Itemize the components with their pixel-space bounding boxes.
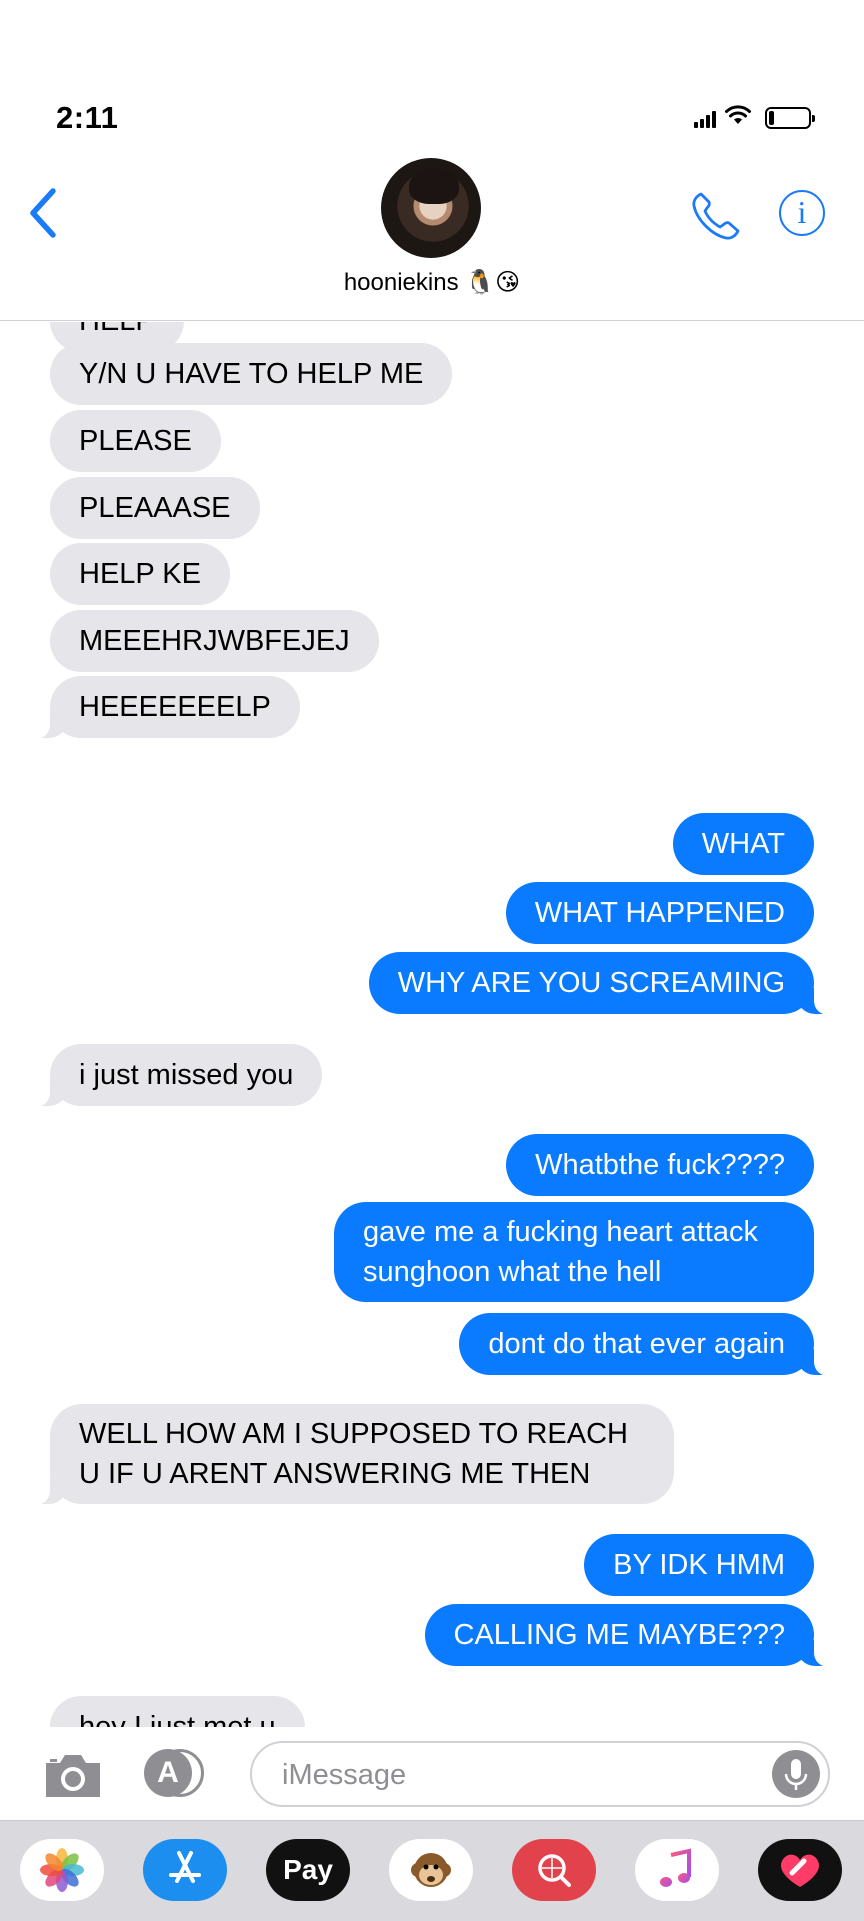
wifi-icon: [725, 105, 751, 124]
info-icon[interactable]: i: [779, 190, 825, 236]
outgoing-message[interactable]: gave me a fucking heart attack sunghoon …: [334, 1202, 814, 1302]
apple-pay-label: Pay: [283, 1854, 333, 1885]
status-bar: 2:11: [0, 0, 864, 150]
incoming-message[interactable]: i just missed you: [31, 1044, 323, 1107]
photos-icon[interactable]: [20, 1839, 104, 1901]
outgoing-message[interactable]: WHY ARE YOU SCREAMING: [368, 952, 833, 1015]
microphone-icon[interactable]: [772, 1750, 820, 1798]
contact-name-emojis: 🐧😘: [465, 268, 521, 296]
incoming-message[interactable]: WELL HOW AM I SUPPOSED TO REACH U IF U A…: [32, 1404, 674, 1505]
outgoing-message[interactable]: dont do that ever again: [459, 1313, 832, 1376]
incoming-message[interactable]: HEEEEEEELP: [32, 676, 300, 739]
outgoing-message[interactable]: Whatbthe fuck????: [506, 1134, 814, 1196]
outgoing-message[interactable]: WHAT HAPPENED: [505, 882, 814, 944]
camera-icon[interactable]: [42, 1751, 104, 1801]
outgoing-message[interactable]: WHAT: [672, 813, 814, 875]
incoming-message[interactable]: Y/N U HAVE TO HELP ME: [50, 343, 453, 405]
cellular-signal-icon: [694, 110, 716, 128]
message-input[interactable]: [280, 1753, 734, 1797]
contact-avatar[interactable]: [381, 158, 481, 258]
outgoing-message[interactable]: CALLING ME MAYBE???: [424, 1604, 833, 1667]
animoji-icon[interactable]: [389, 1839, 473, 1901]
battery-icon: [765, 107, 815, 129]
contact-name-text: hooniekins: [343, 269, 459, 296]
incoming-message[interactable]: HELP KE: [50, 543, 230, 605]
digital-touch-icon[interactable]: [758, 1839, 842, 1901]
outgoing-message[interactable]: BY IDK HMM: [584, 1534, 814, 1596]
imessage-app-drawer: Pay: [0, 1820, 864, 1921]
image-search-icon[interactable]: [512, 1839, 596, 1901]
music-icon[interactable]: [635, 1839, 719, 1901]
message-thread[interactable]: HELP Y/N U HAVE TO HELP ME PLEASE PLEAAA…: [0, 322, 864, 1727]
compose-bar: A: [0, 1727, 864, 1820]
app-store-small-icon: A: [144, 1749, 192, 1797]
incoming-message[interactable]: MEEEHRJWBFEJEJ: [50, 610, 379, 672]
message-input-field[interactable]: [250, 1741, 830, 1807]
incoming-message[interactable]: PLEASE: [50, 410, 221, 472]
phone-call-icon[interactable]: [690, 190, 742, 242]
apple-pay-icon[interactable]: Pay: [266, 1839, 350, 1901]
back-chevron-icon[interactable]: [26, 186, 60, 240]
contact-name[interactable]: hooniekins 🐧😘: [0, 268, 864, 297]
app-store-icon[interactable]: [143, 1839, 227, 1901]
incoming-message[interactable]: hey I just met u: [50, 1696, 305, 1727]
app-store-apps-button[interactable]: A: [144, 1749, 208, 1797]
status-time: 2:11: [56, 100, 119, 135]
incoming-message[interactable]: PLEAAASE: [50, 477, 260, 539]
conversation-header: hooniekins 🐧😘 i: [0, 150, 864, 321]
